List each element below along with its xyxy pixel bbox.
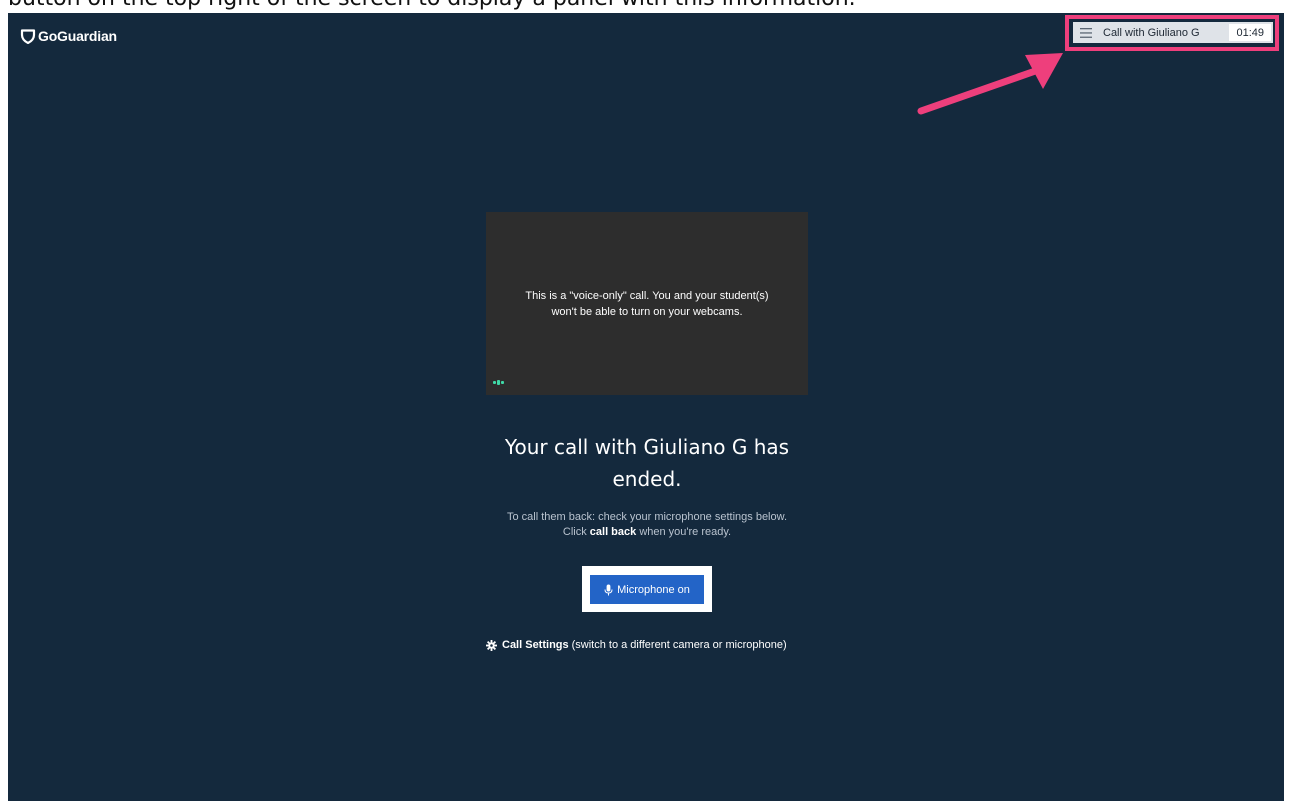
call-pill-label: Call with Giuliano G — [1103, 26, 1200, 39]
call-ended-title: Your call with Giuliano G has ended. — [504, 435, 790, 491]
audio-level-indicator — [493, 380, 505, 385]
goguardian-logo: GoGuardian — [20, 28, 117, 44]
call-panel-toggle[interactable]: Call with Giuliano G 01:49 — [1073, 22, 1273, 43]
hamburger-menu-icon[interactable] — [1073, 27, 1099, 38]
call-settings-description: (switch to a different camera or microph… — [571, 639, 787, 651]
caption-text: button on the top right of the screen to… — [8, 0, 856, 11]
microphone-button-label: Microphone on — [617, 583, 690, 596]
voice-only-message: This is a "voice-only" call. You and you… — [525, 290, 769, 318]
video-area: This is a "voice-only" call. You and you… — [486, 212, 808, 395]
call-back-instructions: To call them back: check your microphone… — [506, 511, 788, 538]
logo-text: GoGuardian — [38, 28, 117, 44]
call-back-text: call back — [589, 526, 637, 538]
call-settings-label: Call Settings — [502, 639, 569, 651]
call-window: GoGuardian Call with Giuliano G 01:49 Th… — [8, 13, 1284, 801]
call-settings-link[interactable]: Call Settings (switch to a different cam… — [486, 639, 787, 651]
annotation-arrow — [917, 53, 1063, 115]
microphone-on-button[interactable]: Microphone on — [590, 575, 704, 604]
shield-icon — [20, 28, 36, 44]
call-timer: 01:49 — [1229, 24, 1271, 41]
microphone-icon — [604, 584, 613, 595]
gear-icon — [486, 639, 497, 651]
